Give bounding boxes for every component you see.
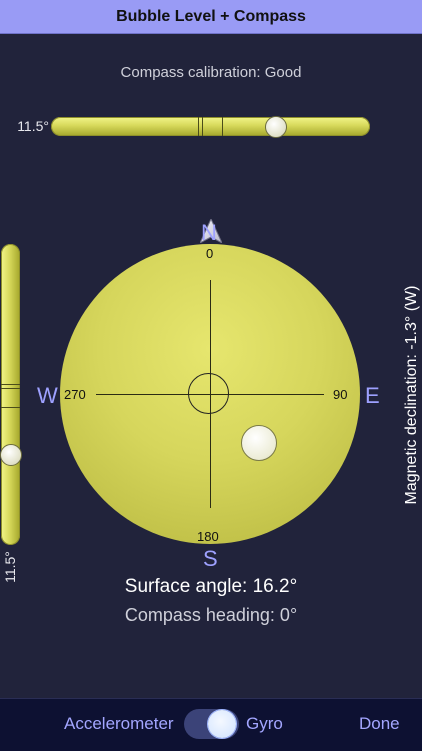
surface-level-bubble [241, 425, 277, 461]
horizontal-level-bubble [265, 116, 287, 138]
accelerometer-label: Accelerometer [64, 714, 174, 733]
compass-north-letter: N [201, 220, 217, 245]
gyro-label: Gyro [246, 714, 283, 733]
compass-degree-270: 270 [64, 387, 86, 402]
app-title: Bubble Level + Compass [116, 7, 306, 25]
compass-degree-180: 180 [197, 529, 219, 544]
horizontal-level-center-line [198, 117, 199, 136]
compass-heading-label: Compass heading: 0° [124, 605, 298, 625]
vertical-level-bubble [0, 444, 22, 466]
compass-south-letter: S [203, 546, 218, 571]
compass-dial: 0 90 180 270 [60, 244, 360, 544]
horizontal-level-center-line [202, 117, 203, 136]
vertical-level-center-line [1, 407, 20, 408]
compass-degree-0: 0 [206, 246, 214, 261]
sensor-mode-toggle-knob[interactable] [208, 710, 236, 738]
title-bar: Bubble Level + Compass [0, 0, 422, 34]
compass-degree-90: 90 [333, 387, 348, 402]
sensor-mode-toggle[interactable] [184, 709, 239, 739]
done-button[interactable]: Done [359, 714, 400, 734]
horizontal-level-center-line [222, 117, 223, 136]
vertical-level-bar [0, 244, 22, 545]
horizontal-level-bar [51, 116, 370, 138]
bottom-toolbar: Accelerometer Gyro Done [0, 698, 422, 751]
vertical-level-center-line [1, 388, 20, 389]
level-target-circle [188, 373, 229, 414]
compass-calibration-status: Compass calibration: Good [120, 64, 302, 81]
magnetic-declination-label: Magnetic declination: -1.3° (W) [403, 285, 420, 505]
horizontal-angle-label: 11.5° [17, 118, 49, 134]
vertical-level-center-line [1, 384, 20, 385]
surface-angle-label: Surface angle: 16.2° [124, 576, 298, 597]
compass-west-letter: W [37, 383, 58, 408]
compass-east-letter: E [365, 383, 380, 408]
